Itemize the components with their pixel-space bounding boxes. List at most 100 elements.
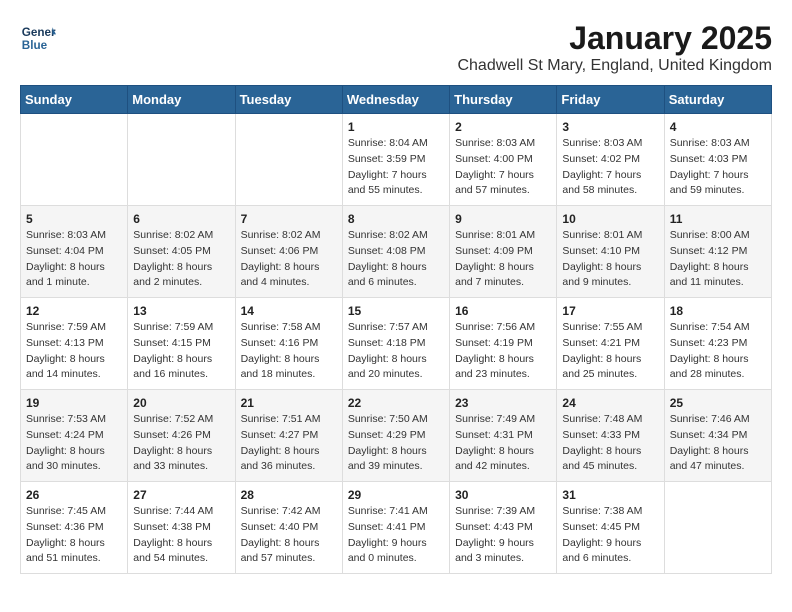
weekday-header-tuesday: Tuesday: [235, 86, 342, 114]
day-info: Sunrise: 8:02 AM Sunset: 4:05 PM Dayligh…: [133, 228, 229, 291]
day-number: 2: [455, 120, 551, 134]
day-info: Sunrise: 8:03 AM Sunset: 4:02 PM Dayligh…: [562, 136, 658, 199]
day-number: 10: [562, 212, 658, 226]
day-info: Sunrise: 7:55 AM Sunset: 4:21 PM Dayligh…: [562, 320, 658, 383]
calendar-subtitle: Chadwell St Mary, England, United Kingdo…: [457, 57, 772, 75]
calendar-cell: 4 Sunrise: 8:03 AM Sunset: 4:03 PM Daylig…: [664, 114, 771, 206]
calendar-cell: 3 Sunrise: 8:03 AM Sunset: 4:02 PM Daylig…: [557, 114, 664, 206]
calendar-cell: 30 Sunrise: 7:39 AM Sunset: 4:43 PM Dayli…: [450, 482, 557, 574]
calendar-cell: 20Sunrise: 7:52 AM Sunset: 4:26 PM Dayli…: [128, 390, 235, 482]
day-info: Sunrise: 8:04 AM Sunset: 3:59 PM Dayligh…: [348, 136, 444, 199]
calendar-cell: 18 Sunrise: 7:54 AM Sunset: 4:23 PM Dayli…: [664, 298, 771, 390]
day-info: Sunrise: 7:49 AM Sunset: 4:31 PM Dayligh…: [455, 412, 551, 475]
title-block: January 2025 Chadwell St Mary, England, …: [457, 20, 772, 75]
day-info: Sunrise: 8:01 AM Sunset: 4:10 PM Dayligh…: [562, 228, 658, 291]
day-number: 7: [241, 212, 337, 226]
week-row-2: 5 Sunrise: 8:03 AM Sunset: 4:04 PM Daylig…: [21, 206, 772, 298]
day-info: Sunrise: 7:56 AM Sunset: 4:19 PM Dayligh…: [455, 320, 551, 383]
calendar-cell: 22 Sunrise: 7:50 AM Sunset: 4:29 PM Dayli…: [342, 390, 449, 482]
day-info: Sunrise: 8:03 AM Sunset: 4:04 PM Dayligh…: [26, 228, 122, 291]
calendar-cell: 21 Sunrise: 7:51 AM Sunset: 4:27 PM Dayli…: [235, 390, 342, 482]
calendar-cell: 19 Sunrise: 7:53 AM Sunset: 4:24 PM Dayli…: [21, 390, 128, 482]
day-number: 31: [562, 488, 658, 502]
day-number: 9: [455, 212, 551, 226]
calendar-cell: 31Sunrise: 7:38 AM Sunset: 4:45 PM Dayli…: [557, 482, 664, 574]
svg-text:Blue: Blue: [22, 39, 48, 52]
day-number: 23: [455, 396, 551, 410]
calendar-cell: 25 Sunrise: 7:46 AM Sunset: 4:34 PM Dayli…: [664, 390, 771, 482]
day-number: 1: [348, 120, 444, 134]
weekday-header-friday: Friday: [557, 86, 664, 114]
day-info: Sunrise: 7:39 AM Sunset: 4:43 PM Dayligh…: [455, 504, 551, 567]
day-info: Sunrise: 7:45 AM Sunset: 4:36 PM Dayligh…: [26, 504, 122, 567]
day-info: Sunrise: 7:50 AM Sunset: 4:29 PM Dayligh…: [348, 412, 444, 475]
weekday-header-saturday: Saturday: [664, 86, 771, 114]
day-number: 30: [455, 488, 551, 502]
day-number: 3: [562, 120, 658, 134]
day-number: 18: [670, 304, 766, 318]
day-number: 5: [26, 212, 122, 226]
calendar-cell: 26 Sunrise: 7:45 AM Sunset: 4:36 PM Dayli…: [21, 482, 128, 574]
calendar-cell: 15 Sunrise: 7:57 AM Sunset: 4:18 PM Dayli…: [342, 298, 449, 390]
day-number: 26: [26, 488, 122, 502]
calendar-cell: [21, 114, 128, 206]
calendar-cell: 24Sunrise: 7:48 AM Sunset: 4:33 PM Dayli…: [557, 390, 664, 482]
calendar-cell: 7Sunrise: 8:02 AM Sunset: 4:06 PM Daylig…: [235, 206, 342, 298]
calendar-title: January 2025: [457, 20, 772, 57]
day-info: Sunrise: 8:02 AM Sunset: 4:08 PM Dayligh…: [348, 228, 444, 291]
day-info: Sunrise: 7:53 AM Sunset: 4:24 PM Dayligh…: [26, 412, 122, 475]
calendar-cell: 11 Sunrise: 8:00 AM Sunset: 4:12 PM Dayli…: [664, 206, 771, 298]
day-number: 4: [670, 120, 766, 134]
week-row-4: 19 Sunrise: 7:53 AM Sunset: 4:24 PM Dayli…: [21, 390, 772, 482]
calendar-cell: 5 Sunrise: 8:03 AM Sunset: 4:04 PM Daylig…: [21, 206, 128, 298]
calendar-cell: 1 Sunrise: 8:04 AM Sunset: 3:59 PM Daylig…: [342, 114, 449, 206]
day-number: 20: [133, 396, 229, 410]
weekday-header-monday: Monday: [128, 86, 235, 114]
day-number: 28: [241, 488, 337, 502]
calendar-cell: 2 Sunrise: 8:03 AM Sunset: 4:00 PM Daylig…: [450, 114, 557, 206]
day-info: Sunrise: 8:03 AM Sunset: 4:03 PM Dayligh…: [670, 136, 766, 199]
week-row-5: 26 Sunrise: 7:45 AM Sunset: 4:36 PM Dayli…: [21, 482, 772, 574]
day-info: Sunrise: 7:42 AM Sunset: 4:40 PM Dayligh…: [241, 504, 337, 567]
day-number: 6: [133, 212, 229, 226]
calendar-cell: 27 Sunrise: 7:44 AM Sunset: 4:38 PM Dayli…: [128, 482, 235, 574]
calendar-cell: 23 Sunrise: 7:49 AM Sunset: 4:31 PM Dayli…: [450, 390, 557, 482]
day-info: Sunrise: 7:46 AM Sunset: 4:34 PM Dayligh…: [670, 412, 766, 475]
calendar-cell: [664, 482, 771, 574]
calendar-cell: 12Sunrise: 7:59 AM Sunset: 4:13 PM Dayli…: [21, 298, 128, 390]
calendar-table: SundayMondayTuesdayWednesdayThursdayFrid…: [20, 85, 772, 574]
day-number: 14: [241, 304, 337, 318]
calendar-cell: 6 Sunrise: 8:02 AM Sunset: 4:05 PM Daylig…: [128, 206, 235, 298]
day-info: Sunrise: 7:51 AM Sunset: 4:27 PM Dayligh…: [241, 412, 337, 475]
day-info: Sunrise: 7:44 AM Sunset: 4:38 PM Dayligh…: [133, 504, 229, 567]
day-info: Sunrise: 7:57 AM Sunset: 4:18 PM Dayligh…: [348, 320, 444, 383]
day-info: Sunrise: 7:48 AM Sunset: 4:33 PM Dayligh…: [562, 412, 658, 475]
day-number: 21: [241, 396, 337, 410]
week-row-3: 12Sunrise: 7:59 AM Sunset: 4:13 PM Dayli…: [21, 298, 772, 390]
day-number: 15: [348, 304, 444, 318]
day-number: 27: [133, 488, 229, 502]
day-info: Sunrise: 7:59 AM Sunset: 4:13 PM Dayligh…: [26, 320, 122, 383]
day-info: Sunrise: 7:54 AM Sunset: 4:23 PM Dayligh…: [670, 320, 766, 383]
day-info: Sunrise: 8:03 AM Sunset: 4:00 PM Dayligh…: [455, 136, 551, 199]
day-number: 22: [348, 396, 444, 410]
day-number: 11: [670, 212, 766, 226]
day-number: 13: [133, 304, 229, 318]
calendar-cell: 9Sunrise: 8:01 AM Sunset: 4:09 PM Daylig…: [450, 206, 557, 298]
day-info: Sunrise: 8:00 AM Sunset: 4:12 PM Dayligh…: [670, 228, 766, 291]
day-number: 19: [26, 396, 122, 410]
day-number: 8: [348, 212, 444, 226]
calendar-cell: [235, 114, 342, 206]
calendar-cell: 8 Sunrise: 8:02 AM Sunset: 4:08 PM Daylig…: [342, 206, 449, 298]
calendar-cell: [128, 114, 235, 206]
day-number: 17: [562, 304, 658, 318]
day-number: 25: [670, 396, 766, 410]
day-number: 29: [348, 488, 444, 502]
calendar-cell: 17 Sunrise: 7:55 AM Sunset: 4:21 PM Dayli…: [557, 298, 664, 390]
weekday-header-sunday: Sunday: [21, 86, 128, 114]
day-info: Sunrise: 7:41 AM Sunset: 4:41 PM Dayligh…: [348, 504, 444, 567]
calendar-cell: 14 Sunrise: 7:58 AM Sunset: 4:16 PM Dayli…: [235, 298, 342, 390]
day-info: Sunrise: 7:58 AM Sunset: 4:16 PM Dayligh…: [241, 320, 337, 383]
calendar-cell: 28 Sunrise: 7:42 AM Sunset: 4:40 PM Dayli…: [235, 482, 342, 574]
calendar-cell: 29 Sunrise: 7:41 AM Sunset: 4:41 PM Dayli…: [342, 482, 449, 574]
